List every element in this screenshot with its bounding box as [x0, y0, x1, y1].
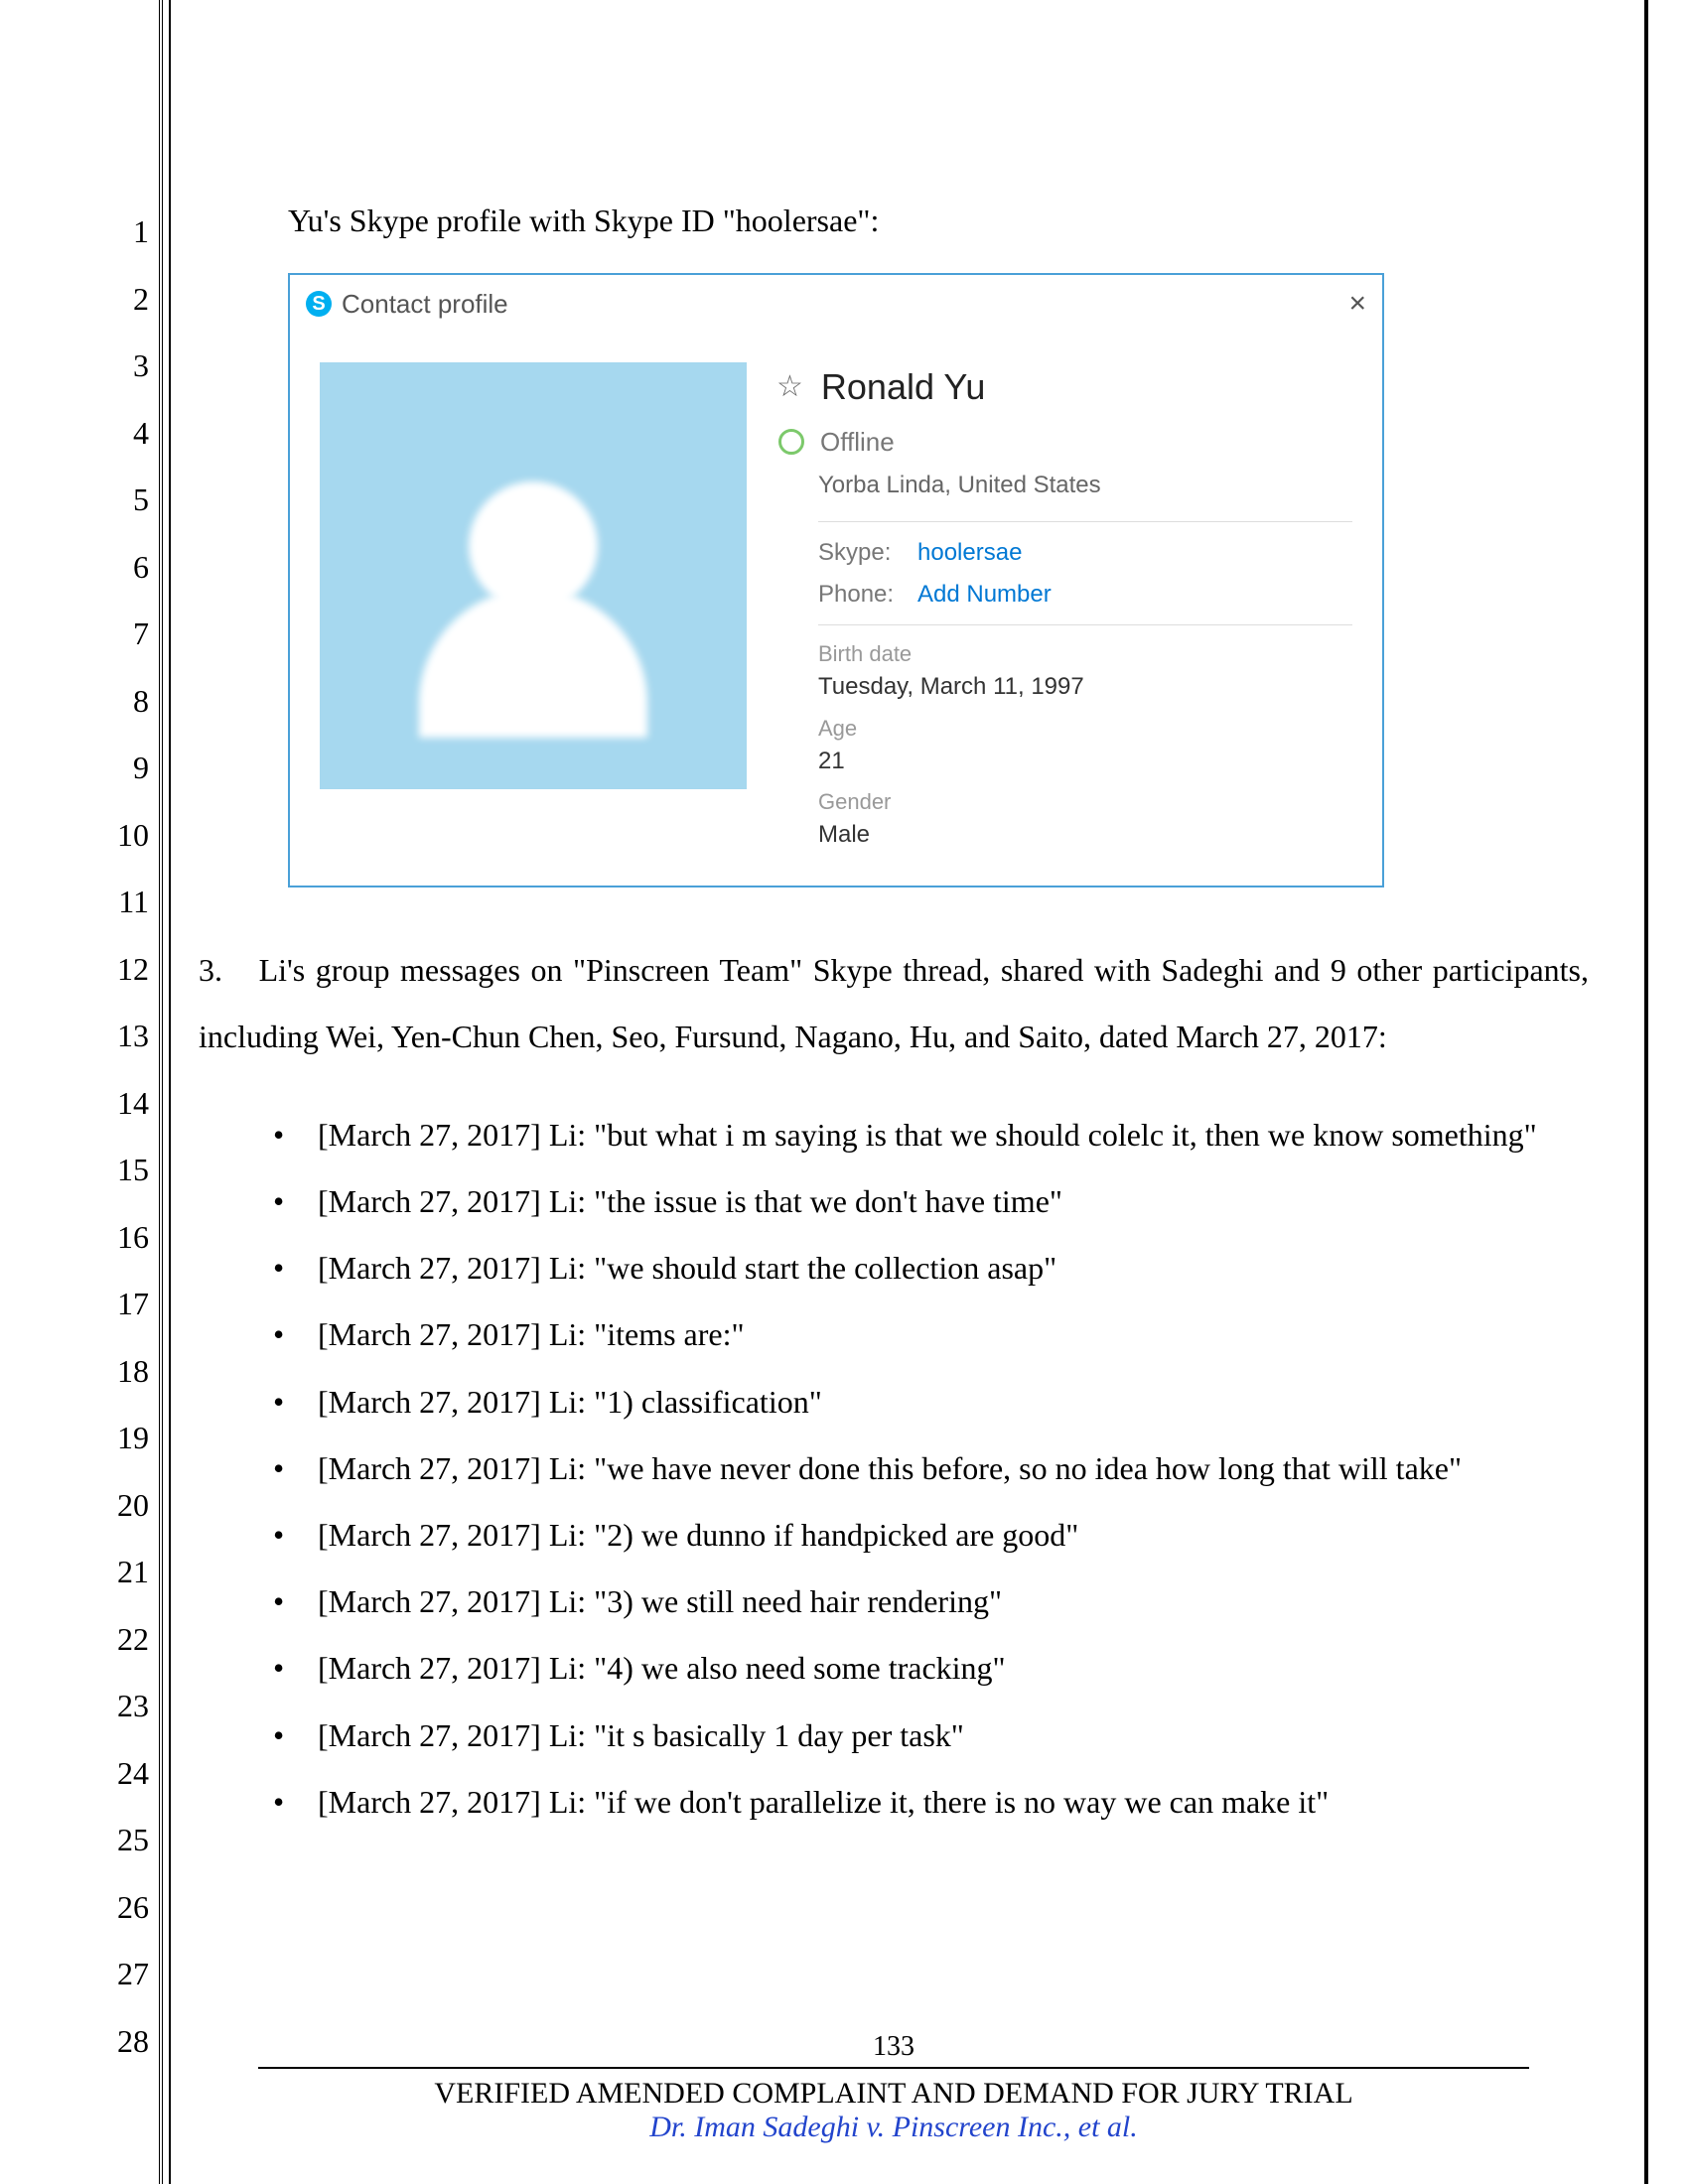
- line-number: 10: [99, 802, 149, 870]
- line-number: 5: [99, 467, 149, 534]
- message-bullet: [March 27, 2017] Li: "we should start th…: [263, 1235, 1589, 1301]
- birth-date-value: Tuesday, March 11, 1997: [818, 670, 1352, 704]
- skype-header-title: Contact profile: [342, 286, 1348, 322]
- page-footer: 133 VERIFIED AMENDED COMPLAINT AND DEMAN…: [199, 2031, 1589, 2144]
- line-number: 2: [99, 266, 149, 334]
- message-bullet: [March 27, 2017] Li: "1) classification": [263, 1369, 1589, 1435]
- line-number: 16: [99, 1204, 149, 1272]
- gender-label: Gender: [818, 787, 1352, 818]
- line-number: 4: [99, 400, 149, 468]
- line-number: 27: [99, 1941, 149, 2008]
- line-number: 7: [99, 601, 149, 668]
- profile-name: Ronald Yu: [821, 362, 985, 412]
- intro-text: Yu's Skype profile with Skype ID "hooler…: [288, 199, 1589, 243]
- message-bullet: [March 27, 2017] Li: "it s basically 1 d…: [263, 1703, 1589, 1769]
- location-text: Yorba Linda, United States: [818, 469, 1352, 502]
- message-bullet: [March 27, 2017] Li: "the issue is that …: [263, 1168, 1589, 1235]
- favorite-star-icon[interactable]: ☆: [776, 366, 803, 408]
- age-value: 21: [818, 745, 1352, 778]
- line-number: 26: [99, 1874, 149, 1942]
- line-number: 12: [99, 936, 149, 1004]
- line-number: 23: [99, 1673, 149, 1740]
- line-number: 1: [99, 199, 149, 266]
- age-label: Age: [818, 714, 1352, 745]
- avatar-body-icon: [419, 589, 647, 738]
- birth-date-label: Birth date: [818, 639, 1352, 670]
- line-number: 18: [99, 1338, 149, 1406]
- skype-body: ☆ Ronald Yu Offline Yorba Linda, United …: [290, 333, 1382, 886]
- footer-rule: [258, 2067, 1529, 2069]
- message-bullet: [March 27, 2017] Li: "we have never done…: [263, 1435, 1589, 1502]
- message-bullet: [March 27, 2017] Li: "if we don't parall…: [263, 1769, 1589, 1836]
- phone-label: Phone:: [818, 578, 917, 612]
- page-content: Yu's Skype profile with Skype ID "hooler…: [199, 199, 1589, 1867]
- avatar-placeholder: [320, 362, 747, 789]
- skype-logo-icon: S: [306, 291, 332, 317]
- line-number: 11: [99, 869, 149, 936]
- status-indicator-icon: [778, 429, 804, 455]
- line-number: 21: [99, 1539, 149, 1606]
- gender-value: Male: [818, 818, 1352, 852]
- line-number: 24: [99, 1740, 149, 1808]
- add-number-link[interactable]: Add Number: [917, 578, 1052, 612]
- line-number: 9: [99, 735, 149, 802]
- line-number: 8: [99, 668, 149, 736]
- line-number: 3: [99, 333, 149, 400]
- line-number: 6: [99, 534, 149, 602]
- divider: [818, 521, 1352, 522]
- close-icon[interactable]: ×: [1348, 283, 1366, 325]
- line-number: 25: [99, 1807, 149, 1874]
- skype-window-header: S Contact profile ×: [290, 275, 1382, 333]
- message-bullet: [March 27, 2017] Li: "3) we still need h…: [263, 1569, 1589, 1635]
- message-bullet: [March 27, 2017] Li: "2) we dunno if han…: [263, 1502, 1589, 1569]
- message-bullet: [March 27, 2017] Li: "4) we also need so…: [263, 1635, 1589, 1702]
- line-number-gutter: 1234567891011121314151617181920212223242…: [99, 199, 149, 2075]
- paragraph-3-text: Li's group messages on "Pinscreen Team" …: [199, 952, 1589, 1054]
- line-number: 19: [99, 1405, 149, 1472]
- line-number: 15: [99, 1137, 149, 1204]
- line-number: 17: [99, 1271, 149, 1338]
- paragraph-3: 3. Li's group messages on "Pinscreen Tea…: [199, 937, 1589, 1070]
- footer-title: VERIFIED AMENDED COMPLAINT AND DEMAND FO…: [199, 2077, 1589, 2111]
- page-number: 133: [199, 2031, 1589, 2063]
- profile-info: ☆ Ronald Yu Offline Yorba Linda, United …: [776, 362, 1352, 856]
- message-bullet: [March 27, 2017] Li: "but what i m sayin…: [263, 1102, 1589, 1168]
- skype-profile-window: S Contact profile × ☆ Ronald Yu Offline …: [288, 273, 1384, 887]
- list-number-3: 3.: [199, 937, 248, 1004]
- divider: [818, 624, 1352, 625]
- line-number: 22: [99, 1606, 149, 1674]
- skype-id-label: Skype:: [818, 536, 917, 570]
- line-number: 20: [99, 1472, 149, 1540]
- status-text: Offline: [820, 424, 895, 460]
- footer-case-caption: Dr. Iman Sadeghi v. Pinscreen Inc., et a…: [199, 2111, 1589, 2144]
- line-number: 13: [99, 1003, 149, 1070]
- line-number: 14: [99, 1070, 149, 1138]
- message-bullet-list: [March 27, 2017] Li: "but what i m sayin…: [263, 1102, 1589, 1836]
- skype-id-value[interactable]: hoolersae: [917, 536, 1022, 570]
- line-number: 28: [99, 2008, 149, 2076]
- message-bullet: [March 27, 2017] Li: "items are:": [263, 1301, 1589, 1368]
